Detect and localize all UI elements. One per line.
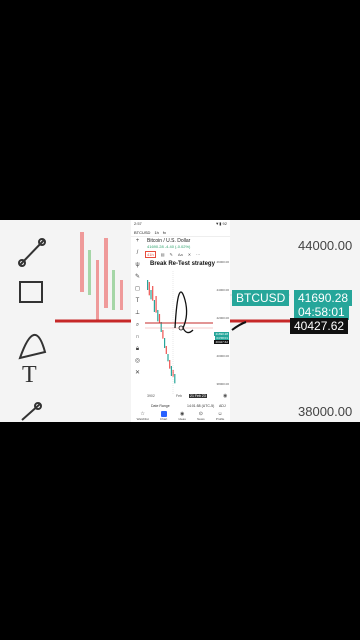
axis-price: 44000.00: [216, 288, 229, 292]
measure-icon[interactable]: ⟂: [134, 310, 141, 317]
date-range-bar: Date Range 14:01:58 (UTC-5) ADJ: [145, 404, 229, 410]
nav-news[interactable]: ⊙ News: [197, 411, 205, 422]
shape-icon[interactable]: ◻: [134, 286, 141, 293]
candle: [147, 280, 149, 290]
nav-ideas[interactable]: ◉ Ideas: [178, 411, 185, 422]
level-tag: 40427.62: [214, 340, 229, 344]
retest-sketch: [174, 291, 194, 334]
active-tool-button[interactable]: 41h: [145, 250, 156, 258]
delete-icon[interactable]: ✕: [188, 252, 191, 257]
drawing-options-bar: 41h ▤ ✎ Aa ✕ ⋯: [145, 250, 227, 258]
status-time: 2:57: [134, 221, 142, 226]
phone-screen: 2:57 ▼▮ 92 BTCUSD 1h fx + / ψ ✎ ◻ T ⟂ ⌕ …: [131, 220, 230, 422]
candle: [164, 338, 166, 348]
nav-chart[interactable]: Chart: [160, 411, 167, 422]
clock-text: 14:01:58 (UTC-5): [187, 404, 215, 408]
nav-profile[interactable]: ☺ Profile: [216, 411, 225, 422]
crosshair-icon[interactable]: +: [134, 238, 141, 245]
candle: [174, 374, 176, 384]
nav-watchlist[interactable]: ☆ Watchlist: [137, 411, 149, 422]
candle: [155, 296, 157, 313]
crosshair-date: 21 Feb 23: [189, 394, 207, 398]
nav-label: Ideas: [178, 417, 186, 421]
strategy-title: Break Re-Test strategy: [150, 261, 215, 267]
axis-time: Feb: [176, 394, 183, 398]
status-bar: 2:57 ▼▮ 92: [131, 220, 230, 227]
bg-symbol-tag: BTCUSD: [232, 290, 290, 306]
symbol-button[interactable]: BTCUSD: [134, 230, 150, 235]
pair-quote: 41690.28 -4.40 (-0.02%): [147, 244, 191, 249]
zoom-icon[interactable]: ⌕: [134, 322, 141, 329]
time-axis: 3902 Feb 21 Feb 23 ◉: [145, 393, 227, 400]
bg-text-icon: T: [22, 362, 37, 388]
edit-icon[interactable]: ✎: [169, 252, 172, 257]
candles: [147, 280, 176, 384]
date-range-button[interactable]: Date Range: [151, 404, 170, 408]
template-icon[interactable]: ▤: [161, 252, 165, 257]
bg-candles: [80, 232, 123, 320]
axis-price: 40000.00: [216, 354, 229, 358]
bg-rectangle-icon: [19, 281, 43, 303]
candle: [150, 290, 152, 300]
text-style-button[interactable]: Aa: [178, 252, 183, 257]
bg-curve-icon: [18, 333, 47, 360]
text-icon[interactable]: T: [134, 298, 141, 305]
candle: [157, 310, 159, 322]
price-axis: 46000.00 44000.00 42000.00 40000.00 3800…: [213, 258, 230, 393]
bg-trendline-icon: [18, 238, 46, 267]
bg-price-label: 38000.00: [298, 404, 353, 419]
candle: [170, 366, 172, 376]
lock-icon[interactable]: 🔒︎: [134, 346, 141, 353]
more-icon[interactable]: ⋯: [196, 252, 200, 257]
pitchfork-icon[interactable]: ψ: [134, 262, 141, 269]
eye-icon[interactable]: ◎: [134, 358, 141, 365]
magnet-icon[interactable]: ∩: [134, 334, 141, 341]
bg-level-tag: 40427.62: [290, 318, 349, 334]
candle: [158, 314, 161, 324]
nav-label: Chart: [159, 417, 168, 421]
trendline-icon[interactable]: /: [134, 250, 141, 257]
interval-button[interactable]: 1h: [154, 230, 158, 235]
nav-label: Watchlist: [136, 417, 149, 421]
candle: [169, 360, 171, 369]
status-icons: ▼▮ 92: [215, 221, 227, 226]
indicator-button[interactable]: fx: [163, 230, 166, 235]
drawing-toolbar: + / ψ ✎ ◻ T ⟂ ⌕ ∩ 🔒︎ ◎ ✕: [133, 238, 143, 403]
bg-price-label: 44000.00: [298, 238, 353, 253]
candle: [167, 354, 169, 362]
trash-icon[interactable]: ✕: [134, 370, 141, 377]
axis-price: 42000.00: [216, 316, 229, 320]
axis-price: 46000.00: [216, 260, 229, 264]
candle: [148, 282, 150, 296]
candle: [165, 346, 167, 354]
bg-measure-icon: [21, 402, 42, 421]
axis-price: 38000.00: [216, 382, 229, 386]
bottom-nav: ☆ Watchlist Chart ◉ Ideas ⊙ News ☺ Profile: [131, 411, 230, 422]
settings-icon[interactable]: ◉: [223, 393, 227, 399]
top-toolbar: BTCUSD 1h fx: [131, 228, 230, 237]
nav-label: Profile: [215, 417, 225, 421]
candle: [162, 330, 164, 339]
nav-label: News: [197, 417, 205, 421]
candle: [152, 286, 154, 301]
candle: [153, 300, 155, 312]
price-chart[interactable]: [145, 270, 213, 394]
adj-button[interactable]: ADJ: [219, 404, 226, 408]
brush-icon[interactable]: ✎: [134, 274, 141, 281]
axis-time: 3902: [147, 394, 155, 398]
